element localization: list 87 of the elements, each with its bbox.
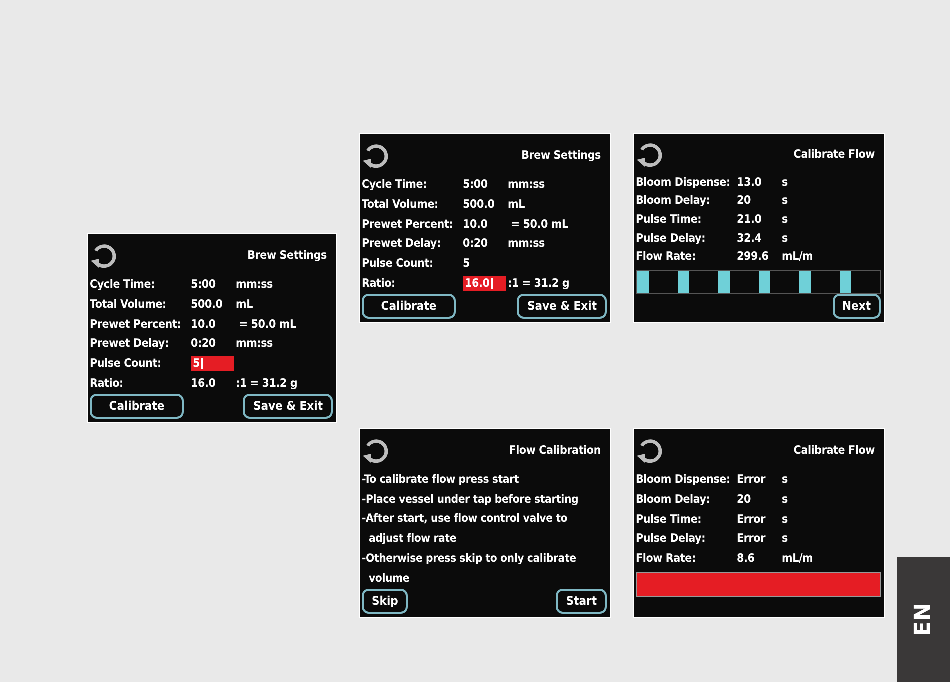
field-value: 10.0 (191, 316, 217, 333)
edit-field[interactable]: 16.0 (463, 276, 506, 291)
field-label: Flow Rate: (636, 248, 697, 266)
field-label: Ratio: (90, 374, 124, 392)
instruction-text: -To calibrate flow press start (362, 472, 520, 488)
field-value: 500.0 (463, 196, 496, 213)
instruction-text: -Place vessel under tap before starting (362, 492, 580, 508)
reset-icon[interactable] (362, 142, 390, 170)
screen-title: Calibrate Flow (794, 442, 875, 460)
reset-icon[interactable] (362, 437, 390, 465)
field-label: Ratio: (362, 274, 396, 292)
unit-label: mm:ss (236, 276, 274, 294)
language-label: EN (910, 602, 937, 636)
reset-icon[interactable] (636, 437, 664, 465)
field-value: 0:20 (463, 235, 489, 252)
field-value: 5:00 (463, 176, 489, 194)
unit-label: mL/m (782, 248, 814, 266)
field-label: Pulse Delay: (636, 530, 707, 548)
unit-label: s (782, 530, 788, 548)
reset-icon[interactable] (636, 140, 664, 169)
field-label: Prewet Delay: (362, 235, 442, 252)
field-label: Cycle Time: (90, 276, 156, 294)
reset-icon[interactable] (90, 242, 118, 270)
field-value: 32.4 (737, 230, 763, 247)
unit-label: s (782, 230, 788, 247)
field-label: Pulse Delay: (636, 230, 707, 247)
unit-label: = 50.0 mL (510, 216, 568, 233)
field-label: Bloom Dispense: (636, 174, 732, 191)
field-label: Flow Rate: (636, 550, 697, 567)
unit-label: mm:ss (508, 235, 546, 252)
field-value: 5 (463, 254, 471, 272)
field-label: Pulse Count: (362, 254, 434, 272)
field-value: 299.6 (737, 248, 770, 266)
field-label: Bloom Dispense: (636, 471, 732, 488)
field-label: Prewet Percent: (90, 316, 182, 333)
field-value: Error (737, 471, 767, 488)
unit-label: s (782, 210, 788, 228)
unit-label: = 50.0 mL (238, 316, 296, 333)
field-label: Pulse Time: (636, 210, 703, 228)
unit-label: s (782, 490, 788, 508)
unit-label: :1 = 31.2 g (236, 374, 298, 392)
action-button[interactable]: Save & Exit (517, 294, 607, 319)
field-label: Bloom Delay: (636, 490, 712, 508)
unit-label: mm:ss (508, 176, 546, 194)
unit-label: s (782, 510, 788, 528)
unit-label: s (782, 174, 788, 191)
action-button[interactable]: Calibrate (90, 394, 184, 419)
field-label: Pulse Count: (90, 354, 162, 372)
field-value: 5:00 (191, 276, 217, 294)
instruction-text: -Otherwise press skip to only calibrate volume (362, 550, 578, 587)
field-value: Error (737, 530, 767, 548)
instruction-text: -After start, use flow control valve to adjust flow rate (362, 511, 569, 548)
field-value: 500.0 (191, 296, 224, 313)
action-button[interactable]: Next (832, 294, 881, 319)
field-value: 0:20 (191, 335, 217, 352)
field-label: Prewet Percent: (362, 216, 454, 233)
edit-field[interactable]: 5 (191, 356, 234, 372)
action-button[interactable]: Start (556, 589, 607, 614)
field-value: 20 (737, 490, 752, 508)
field-value: 21.0 (737, 210, 763, 228)
field-value: 10.0 (463, 216, 489, 233)
screen-title: Flow Calibration (509, 442, 601, 460)
screen-title: Brew Settings (248, 247, 327, 264)
field-value: Error (737, 510, 767, 528)
field-label: Pulse Time: (636, 510, 703, 528)
screen-title: Calibrate Flow (794, 146, 875, 164)
action-button[interactable]: Skip (362, 589, 408, 614)
screen-title: Brew Settings (522, 147, 601, 164)
action-button[interactable]: Calibrate (362, 294, 456, 319)
field-label: Cycle Time: (362, 176, 428, 194)
field-value: 13.0 (737, 174, 763, 191)
field-value: 20 (737, 192, 752, 210)
field-label: Bloom Delay: (636, 192, 712, 210)
unit-label: mm:ss (236, 335, 274, 352)
unit-label: s (782, 471, 788, 488)
field-label: Total Volume: (362, 196, 440, 213)
action-button[interactable]: Save & Exit (243, 394, 333, 419)
unit-label: :1 = 31.2 g (508, 274, 570, 292)
unit-label: mL/m (782, 550, 814, 567)
unit-label: mL (236, 296, 253, 313)
field-value: 16.0 (191, 374, 217, 392)
unit-label: mL (508, 196, 525, 213)
language-tab[interactable]: EN (897, 557, 950, 682)
field-label: Prewet Delay: (90, 335, 170, 352)
field-label: Total Volume: (90, 296, 168, 313)
unit-label: s (782, 192, 788, 210)
field-value: 8.6 (737, 550, 756, 567)
